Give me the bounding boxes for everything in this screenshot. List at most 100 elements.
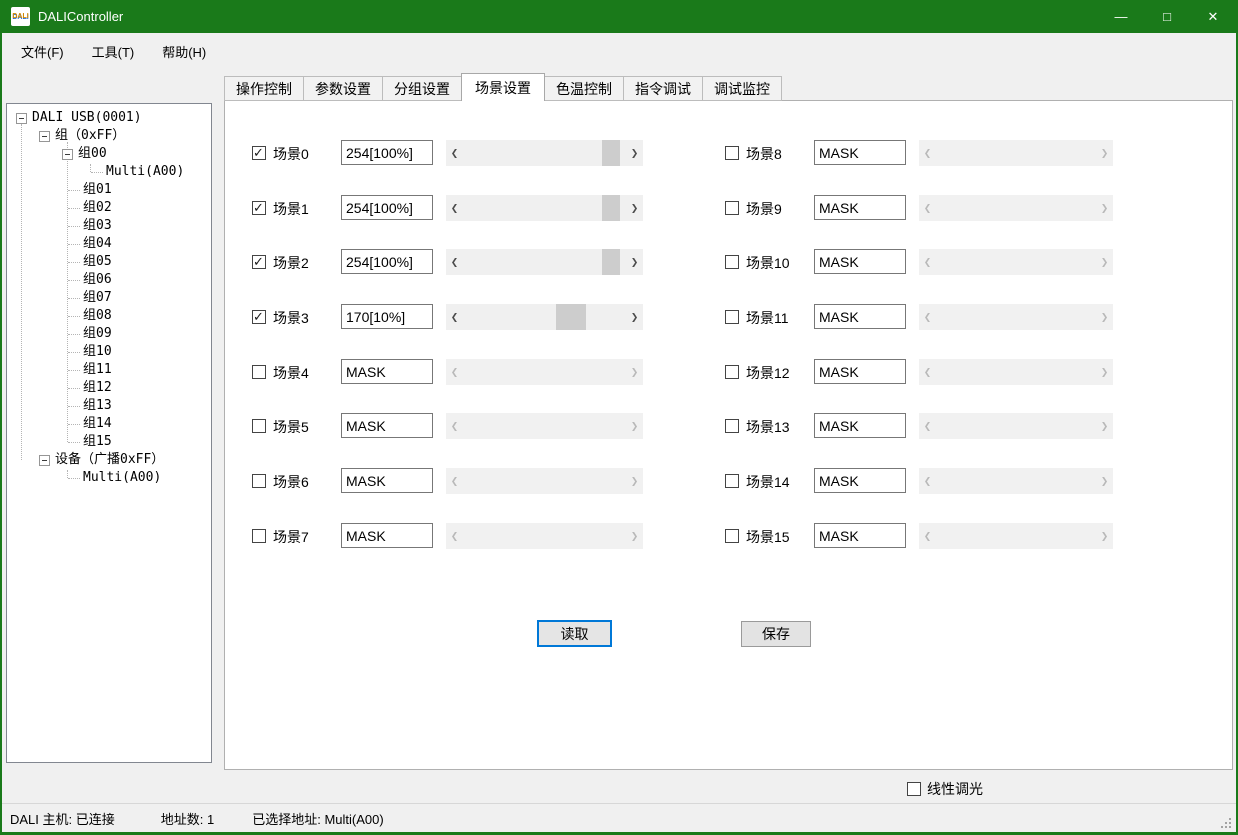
scene-level-scrollbar[interactable]: ❮ ❯ (919, 359, 1113, 385)
collapse-minus-icon[interactable] (16, 113, 27, 124)
scroll-right-icon[interactable]: ❯ (1096, 304, 1113, 330)
scroll-right-icon[interactable]: ❯ (626, 140, 643, 166)
scroll-left-icon[interactable]: ❮ (446, 140, 463, 166)
maximize-button[interactable]: □ (1144, 0, 1190, 33)
tree-item-group01[interactable]: 组01 (7, 181, 211, 199)
resize-grip[interactable] (1221, 817, 1232, 828)
scroll-left-icon[interactable]: ❮ (446, 304, 463, 330)
linear-dimming-checkbox[interactable] (907, 782, 921, 796)
scene-level-input[interactable] (341, 359, 433, 384)
scene-level-scrollbar[interactable]: ❮ ❯ (446, 195, 643, 221)
scroll-left-icon[interactable]: ❮ (919, 249, 936, 275)
scroll-left-icon[interactable]: ❮ (919, 523, 936, 549)
save-button[interactable]: 保存 (741, 621, 811, 647)
scene-level-input[interactable] (814, 195, 906, 220)
scene-level-scrollbar[interactable]: ❮ ❯ (919, 523, 1113, 549)
scroll-right-icon[interactable]: ❯ (626, 195, 643, 221)
scene-checkbox[interactable] (252, 201, 266, 215)
scene-checkbox[interactable] (725, 365, 739, 379)
tree-item-group13[interactable]: 组13 (7, 397, 211, 415)
tab-color-temp-control[interactable]: 色温控制 (544, 76, 624, 101)
tree-item-group00[interactable]: 组00 (7, 145, 211, 163)
tree-item-device-broadcast[interactable]: 设备（广播0xFF） (7, 451, 211, 469)
scroll-left-icon[interactable]: ❮ (919, 468, 936, 494)
scroll-right-icon[interactable]: ❯ (1096, 413, 1113, 439)
scroll-left-icon[interactable]: ❮ (446, 359, 463, 385)
scroll-left-icon[interactable]: ❮ (446, 523, 463, 549)
scene-checkbox[interactable] (252, 255, 266, 269)
scene-level-scrollbar[interactable]: ❮ ❯ (446, 523, 643, 549)
scene-checkbox[interactable] (725, 419, 739, 433)
tree-item-group09[interactable]: 组09 (7, 325, 211, 343)
scroll-left-icon[interactable]: ❮ (919, 359, 936, 385)
scene-checkbox[interactable] (252, 365, 266, 379)
scene-level-input[interactable] (814, 413, 906, 438)
scene-level-input[interactable] (341, 413, 433, 438)
menu-help[interactable]: 帮助(H) (148, 37, 220, 66)
tree-item-group10[interactable]: 组10 (7, 343, 211, 361)
tree-item-multi-a00[interactable]: Multi(A00) (7, 163, 211, 181)
scene-checkbox[interactable] (252, 146, 266, 160)
scene-level-input[interactable] (341, 304, 433, 329)
tree-item-group02[interactable]: 组02 (7, 199, 211, 217)
scene-checkbox[interactable] (725, 146, 739, 160)
scroll-right-icon[interactable]: ❯ (626, 523, 643, 549)
scene-level-scrollbar[interactable]: ❮ ❯ (919, 304, 1113, 330)
scene-level-input[interactable] (814, 523, 906, 548)
scene-checkbox[interactable] (252, 529, 266, 543)
scroll-right-icon[interactable]: ❯ (626, 468, 643, 494)
collapse-minus-icon[interactable] (39, 455, 50, 466)
tab-operation-control[interactable]: 操作控制 (224, 76, 304, 101)
scene-level-scrollbar[interactable]: ❮ ❯ (919, 249, 1113, 275)
scene-checkbox[interactable] (725, 529, 739, 543)
scene-level-input[interactable] (341, 140, 433, 165)
scroll-left-icon[interactable]: ❮ (919, 413, 936, 439)
scroll-left-icon[interactable]: ❮ (446, 468, 463, 494)
scene-level-scrollbar[interactable]: ❮ ❯ (446, 359, 643, 385)
tree-item-group07[interactable]: 组07 (7, 289, 211, 307)
tab-debug-monitor[interactable]: 调试监控 (702, 76, 782, 101)
tab-scene-settings[interactable]: 场景设置 (461, 73, 545, 101)
tab-grouping-settings[interactable]: 分组设置 (382, 76, 462, 101)
scroll-right-icon[interactable]: ❯ (626, 413, 643, 439)
close-button[interactable]: ✕ (1190, 0, 1236, 33)
scroll-right-icon[interactable]: ❯ (1096, 523, 1113, 549)
scroll-right-icon[interactable]: ❯ (1096, 468, 1113, 494)
scene-level-input[interactable] (814, 249, 906, 274)
scene-checkbox[interactable] (252, 419, 266, 433)
scroll-left-icon[interactable]: ❮ (919, 195, 936, 221)
scene-checkbox[interactable] (725, 255, 739, 269)
scroll-left-icon[interactable]: ❮ (446, 413, 463, 439)
tree-item-group03[interactable]: 组03 (7, 217, 211, 235)
scene-level-input[interactable] (814, 140, 906, 165)
scene-level-input[interactable] (814, 359, 906, 384)
scene-checkbox[interactable] (725, 310, 739, 324)
tree-item-group06[interactable]: 组06 (7, 271, 211, 289)
scroll-left-icon[interactable]: ❮ (446, 195, 463, 221)
scene-level-scrollbar[interactable]: ❮ ❯ (919, 140, 1113, 166)
menu-tools[interactable]: 工具(T) (78, 37, 149, 66)
scene-checkbox[interactable] (725, 474, 739, 488)
menu-file[interactable]: 文件(F) (7, 37, 78, 66)
tree-item-group14[interactable]: 组14 (7, 415, 211, 433)
scroll-thumb[interactable] (602, 140, 620, 166)
scene-checkbox[interactable] (725, 201, 739, 215)
scroll-right-icon[interactable]: ❯ (1096, 195, 1113, 221)
scene-checkbox[interactable] (252, 474, 266, 488)
scene-level-input[interactable] (341, 523, 433, 548)
tab-command-debug[interactable]: 指令调试 (623, 76, 703, 101)
scroll-right-icon[interactable]: ❯ (1096, 359, 1113, 385)
read-button[interactable]: 读取 (537, 620, 612, 647)
scene-checkbox[interactable] (252, 310, 266, 324)
scene-level-scrollbar[interactable]: ❮ ❯ (919, 195, 1113, 221)
scroll-right-icon[interactable]: ❯ (626, 249, 643, 275)
scene-level-scrollbar[interactable]: ❮ ❯ (446, 304, 643, 330)
scroll-right-icon[interactable]: ❯ (626, 304, 643, 330)
scene-level-scrollbar[interactable]: ❮ ❯ (446, 413, 643, 439)
collapse-minus-icon[interactable] (39, 131, 50, 142)
scene-level-input[interactable] (814, 468, 906, 493)
scene-level-scrollbar[interactable]: ❮ ❯ (446, 140, 643, 166)
scroll-right-icon[interactable]: ❯ (626, 359, 643, 385)
scroll-left-icon[interactable]: ❮ (919, 304, 936, 330)
scroll-right-icon[interactable]: ❯ (1096, 249, 1113, 275)
